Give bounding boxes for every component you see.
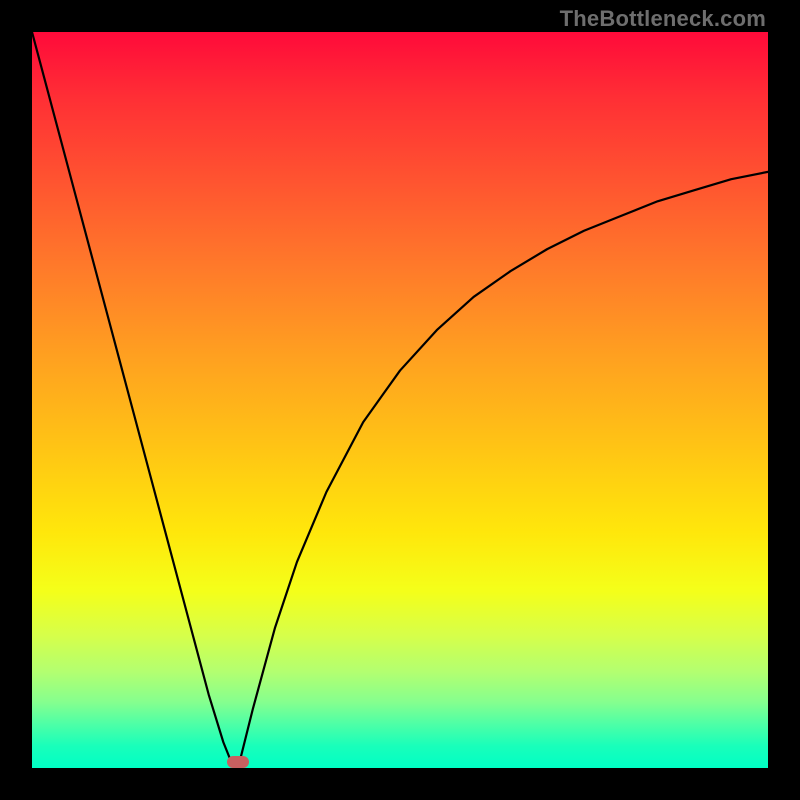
bottleneck-curve: [32, 32, 768, 768]
plot-area: [32, 32, 768, 768]
watermark-text: TheBottleneck.com: [560, 6, 766, 32]
chart-frame: TheBottleneck.com: [0, 0, 800, 800]
curve-layer: [32, 32, 768, 768]
minimum-marker: [227, 756, 249, 768]
